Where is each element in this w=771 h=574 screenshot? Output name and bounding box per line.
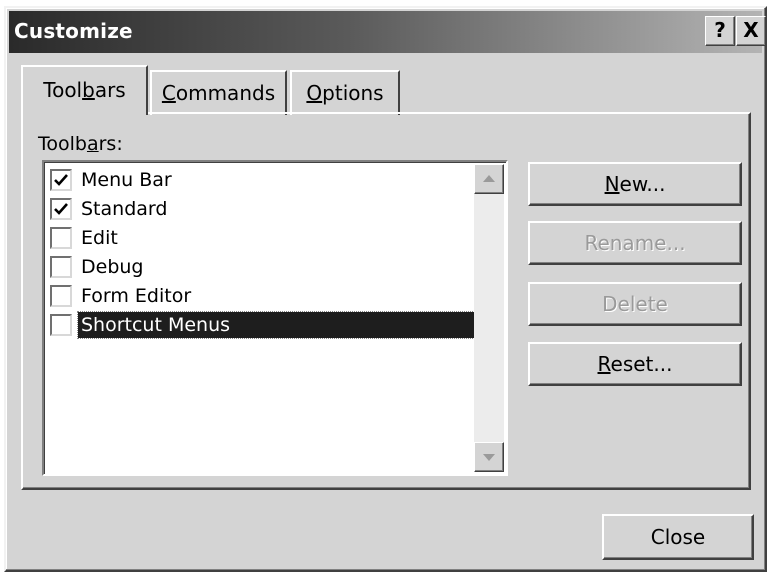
tab-toolbars[interactable]: Toolbars — [21, 65, 148, 115]
toolbar-checkbox[interactable] — [50, 314, 72, 336]
title-bar[interactable]: Customize ? X — [9, 11, 766, 53]
list-item[interactable]: Standard — [48, 195, 474, 224]
toolbars-list-label: Toolbars: — [38, 133, 123, 155]
scroll-up-arrow-icon — [483, 175, 495, 182]
list-item-label: Debug — [81, 256, 144, 278]
help-button[interactable]: ? — [705, 16, 735, 46]
new-toolbar-button[interactable]: New... — [528, 162, 742, 206]
toolbars-listbox[interactable]: Menu Bar Standard Edit Debug Form Editor Shor… — [42, 160, 508, 476]
list-item-label: Edit — [81, 227, 118, 249]
check-mark-icon — [54, 174, 68, 186]
check-mark-icon — [54, 203, 68, 215]
list-item[interactable]: Shortcut Menus — [48, 311, 477, 340]
toolbar-checkbox[interactable] — [50, 256, 72, 278]
toolbar-checkbox[interactable] — [50, 285, 72, 307]
toolbar-checkbox[interactable] — [50, 198, 72, 220]
tab-commands[interactable]: Commands — [150, 70, 287, 115]
list-item[interactable]: Menu Bar — [48, 166, 474, 195]
list-item[interactable]: Edit — [48, 224, 474, 253]
scroll-up-button[interactable] — [474, 164, 504, 194]
delete-toolbar-button[interactable]: Delete — [528, 282, 742, 326]
list-item-label: Form Editor — [81, 285, 192, 307]
close-button[interactable]: Close — [602, 514, 754, 560]
scroll-down-arrow-icon — [483, 454, 495, 461]
toolbar-checkbox[interactable] — [50, 227, 72, 249]
close-window-button[interactable]: X — [736, 16, 766, 46]
reset-toolbar-button[interactable]: Reset... — [528, 342, 742, 386]
list-item[interactable]: Form Editor — [48, 282, 474, 311]
tab-options[interactable]: Options — [290, 70, 400, 115]
rename-toolbar-button[interactable]: Rename... — [528, 221, 742, 265]
vertical-scrollbar[interactable] — [474, 164, 504, 472]
list-item-label: Shortcut Menus — [77, 311, 477, 339]
window-title: Customize — [14, 19, 133, 43]
list-item[interactable]: Debug — [48, 253, 474, 282]
list-item-label: Menu Bar — [81, 169, 172, 191]
scroll-down-button[interactable] — [474, 442, 504, 472]
list-item-label: Standard — [81, 198, 168, 220]
toolbar-checkbox[interactable] — [50, 169, 72, 191]
toolbars-list-items: Menu Bar Standard Edit Debug Form Editor Shor… — [48, 166, 477, 340]
